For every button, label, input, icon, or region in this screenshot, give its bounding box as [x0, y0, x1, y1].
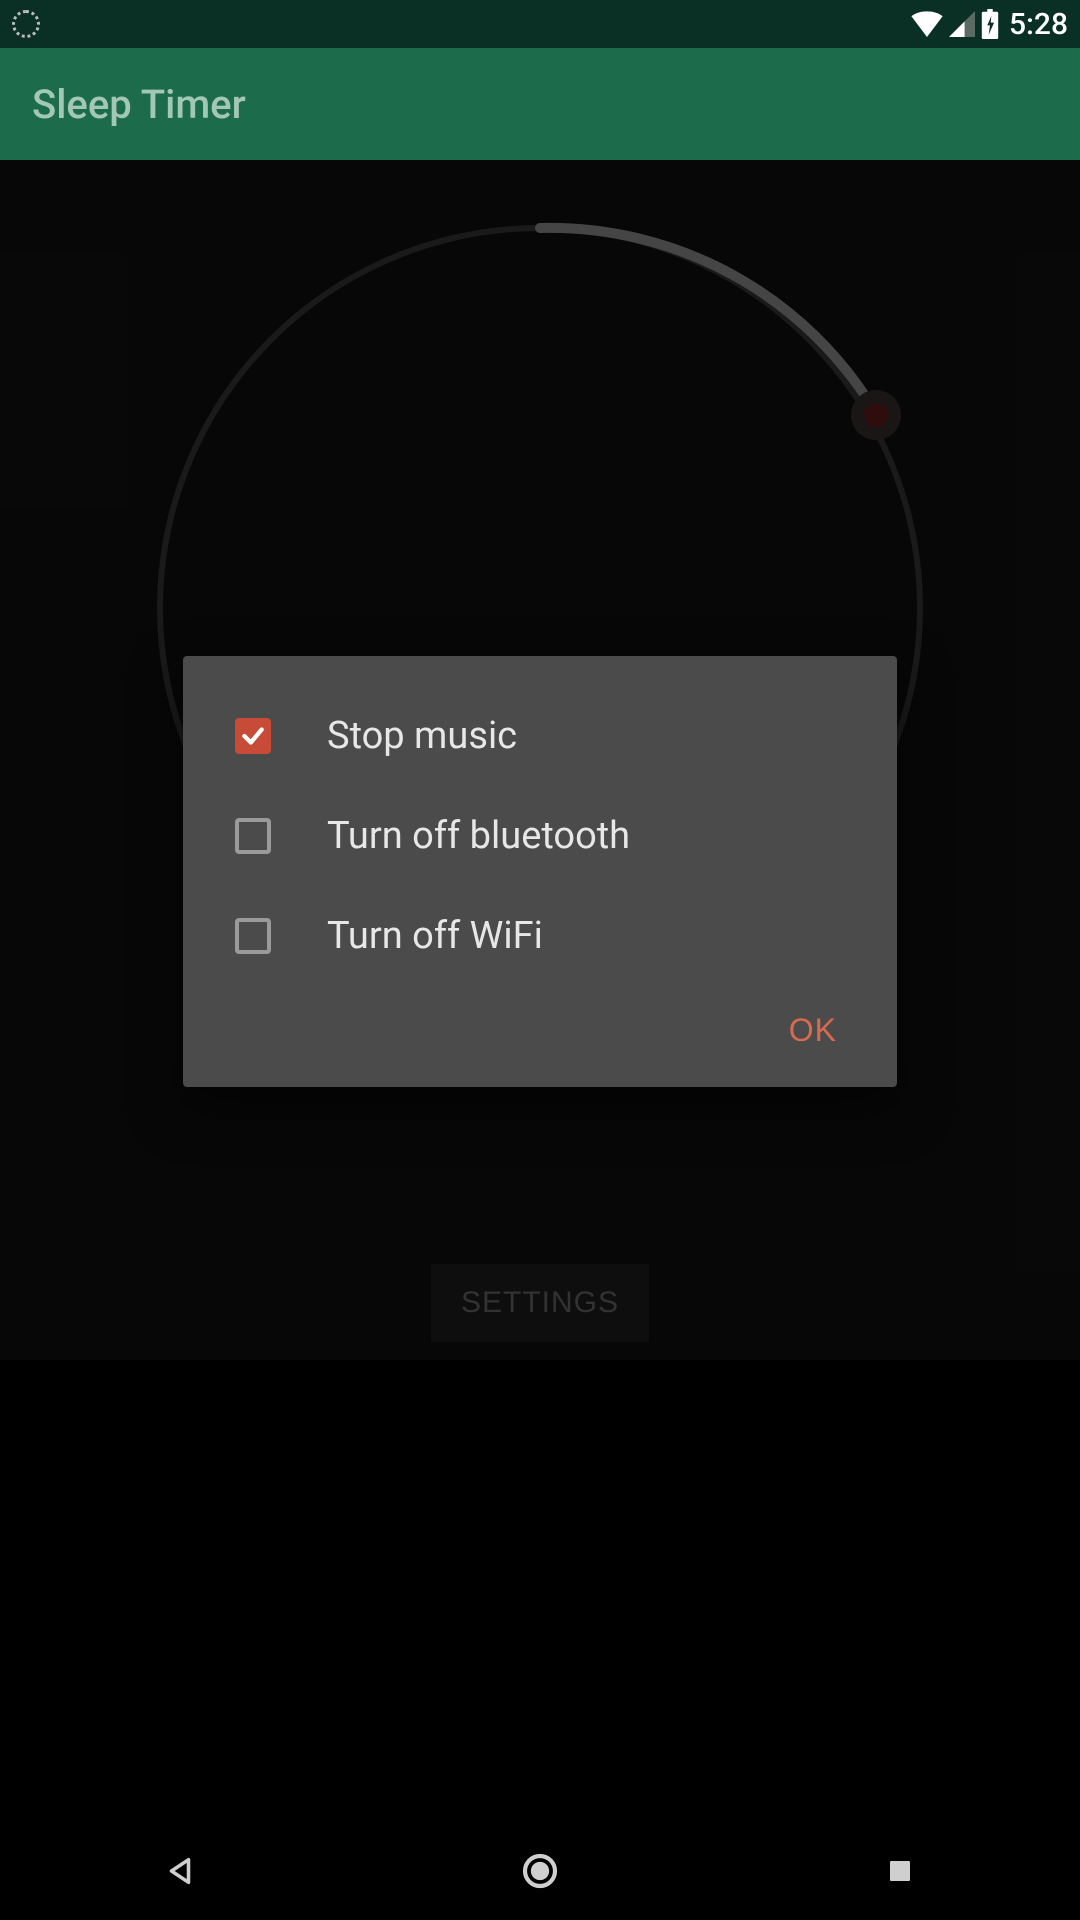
- bottom-gap: [0, 1360, 1080, 1822]
- status-time: 5:28: [1009, 7, 1068, 42]
- loading-icon: [12, 10, 40, 38]
- home-button[interactable]: [510, 1841, 570, 1901]
- navigation-bar: [0, 1822, 1080, 1920]
- settings-dialog: Stop music Turn off bluetooth Turn off W…: [183, 656, 897, 1087]
- option-turn-off-wifi[interactable]: Turn off WiFi: [183, 886, 897, 986]
- wifi-icon: [911, 11, 943, 37]
- option-turn-off-bluetooth[interactable]: Turn off bluetooth: [183, 786, 897, 886]
- recents-button[interactable]: [870, 1841, 930, 1901]
- option-label: Stop music: [327, 714, 517, 758]
- checkbox-checked-icon[interactable]: [235, 718, 271, 754]
- checkbox-unchecked-icon[interactable]: [235, 918, 271, 954]
- app-title: Sleep Timer: [32, 81, 246, 128]
- status-bar: 5:28: [0, 0, 1080, 48]
- back-button[interactable]: [150, 1841, 210, 1901]
- main-content: SETTINGS Stop music Turn off bluetooth T…: [0, 160, 1080, 1360]
- cellular-icon: [949, 11, 975, 37]
- option-stop-music[interactable]: Stop music: [183, 686, 897, 786]
- option-label: Turn off bluetooth: [327, 814, 630, 858]
- battery-charging-icon: [981, 9, 999, 39]
- checkbox-unchecked-icon[interactable]: [235, 818, 271, 854]
- ok-button[interactable]: OK: [769, 1000, 857, 1061]
- app-bar: Sleep Timer: [0, 48, 1080, 160]
- option-label: Turn off WiFi: [327, 914, 543, 958]
